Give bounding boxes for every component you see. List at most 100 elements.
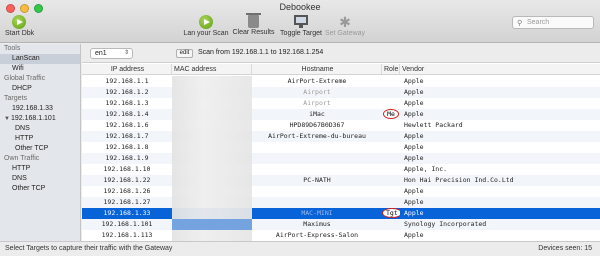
role-badge: Me [383,109,399,119]
table-row[interactable]: 192.168.1.3 Airport Apple [82,98,600,109]
ip-cell: 192.168.1.2 [105,88,149,96]
table-row[interactable]: 192.168.1.8 Apple [82,142,600,153]
edit-range-button[interactable]: edit [176,49,193,58]
sidebar-item-target-http[interactable]: HTTP [0,134,80,144]
sidebar-item-own-http[interactable]: HTTP [0,164,80,174]
sidebar-item-target-dns[interactable]: DNS [0,124,80,134]
vendor-cell: Synology Incorporated [404,220,487,228]
ip-cell: 192.168.1.1 [105,77,149,85]
vendor-cell: Apple [404,132,424,140]
ip-cell: 192.168.1.4 [105,110,149,118]
table-row[interactable]: 192.168.1.22 PC-NATH Hon Hai Precision Ind… [82,175,600,186]
table-header: IP address MAC address Hostname Role Ven… [82,64,600,75]
hostname-cell [252,164,382,175]
hostname-cell: AirPort-Express-Salon [275,231,359,239]
table-row[interactable]: 192.168.1.9 Apple [82,153,600,164]
role-cell [382,153,400,164]
window-title: Debookee [279,2,321,12]
column-header-role[interactable]: Role [382,64,400,74]
hostname-cell: Maximus [303,220,331,228]
app-window: Debookee Start Dbk Lan your Scan Clear R… [0,0,600,256]
table-row[interactable]: 192.168.1.10 Apple, Inc. [82,164,600,175]
table-row[interactable]: 192.168.1.27 Apple [82,197,600,208]
scan-options-bar: en1 ⇕ edit Scan from 192.168.1.1 to 192.… [82,44,600,63]
hostname-cell: HPD89D67B0D367 [289,121,345,129]
lan-scan-label: Lan your Scan [183,30,229,37]
role-cell: Tgt [382,208,400,219]
start-dbk-button[interactable]: Start Dbk [5,15,35,37]
clear-results-button[interactable]: Clear Results [231,13,276,36]
interface-select[interactable]: en1 ⇕ [90,48,133,59]
role-cell: Me [382,109,400,120]
table-row[interactable]: 192.168.1.7 AirPort-Extreme-du-bureau Appl… [82,131,600,142]
ip-cell: 192.168.1.33 [103,209,151,217]
sidebar-header-targets: Targets [4,95,27,102]
vendor-cell: Apple [404,99,424,107]
ip-cell: 192.168.1.6 [105,121,149,129]
sidebar-item-target-other-tcp[interactable]: Other TCP [0,144,80,154]
sidebar-item-target-101-label: 192.168.1.101 [10,115,56,122]
hostname-cell [252,153,382,164]
role-cell [382,142,400,153]
hostname-cell: Airport [303,88,331,96]
hostname-cell [252,142,382,153]
ip-cell: 192.168.1.113 [101,231,153,239]
hostname-cell: AirPort-Extreme-du-bureau [268,132,366,140]
column-header-hostname[interactable]: Hostname [252,64,382,74]
sidebar-item-lanscan[interactable]: LanScan [0,54,80,64]
vendor-cell: Apple [404,154,424,162]
vendor-cell: Apple, Inc. [404,165,448,173]
role-cell [382,120,400,131]
sidebar: Tools LanScan Wifi Global Traffic DHCP T… [0,44,81,241]
role-cell [382,230,400,241]
table-row[interactable]: 192.168.1.2 Airport Apple [82,87,600,98]
set-gateway-label: Set Gateway [324,30,366,37]
sidebar-header-own-traffic: Own Traffic [4,155,40,162]
ip-cell: 192.168.1.22 [103,176,151,184]
search-placeholder: Search [527,19,550,26]
vendor-cell: Apple [404,88,424,96]
start-dbk-label: Start Dbk [5,30,35,37]
table-row[interactable]: 192.168.1.6 HPD89D67B0D367 Hewlett Packard [82,120,600,131]
toggle-target-button[interactable]: Toggle Target [279,15,323,37]
vendor-cell: Apple [404,231,424,239]
table-row[interactable]: 192.168.1.113 AirPort-Express-Salon Apple [82,230,600,241]
table-row[interactable]: 192.168.1.26 Apple [82,186,600,197]
vendor-cell: Apple [404,110,424,118]
toggle-target-label: Toggle Target [280,30,322,37]
status-bar: Select Targets to capture their traffic … [0,241,600,256]
column-header-ip[interactable]: IP address [82,64,172,74]
sidebar-item-target-33[interactable]: 192.168.1.33 [0,104,80,114]
set-gateway-button[interactable]: ✱ Set Gateway [324,15,366,37]
column-header-mac[interactable]: MAC address [172,64,252,74]
sidebar-item-own-other-tcp[interactable]: Other TCP [0,184,80,194]
table-row[interactable]: 192.168.1.101 Maximus Synology Incorporate… [82,219,600,230]
interface-value: en1 [95,50,107,57]
clear-results-label: Clear Results [232,29,275,36]
disclosure-triangle-icon[interactable]: ▼ [4,116,10,122]
search-input[interactable]: ⚲ Search [512,16,594,29]
play-icon [199,15,213,29]
ip-cell: 192.168.1.3 [105,99,149,107]
role-cell [382,164,400,175]
lan-scan-button[interactable]: Lan your Scan [183,15,229,37]
search-icon: ⚲ [517,20,523,27]
table-row[interactable]: 192.168.1.4 iMac Me Apple [82,109,600,120]
table-row[interactable]: 192.168.1.1 AirPort-Extreme Apple [82,76,600,87]
ip-cell: 192.168.1.9 [105,154,149,162]
hostname-cell [252,186,382,197]
sidebar-item-own-dns[interactable]: DNS [0,174,80,184]
table-row[interactable]: 192.168.1.33 MAC-MINI Tgt Apple [82,208,600,219]
sidebar-header-tools: Tools [4,45,21,52]
sidebar-item-dhcp[interactable]: DHCP [0,84,80,94]
ip-cell: 192.168.1.26 [103,187,151,195]
sidebar-item-target-101[interactable]: ▼192.168.1.101 [0,114,80,124]
role-cell [382,186,400,197]
vendor-cell: Hon Hai Precision Ind.Co.Ltd [404,176,514,184]
trash-icon [246,13,261,28]
hostname-cell [252,197,382,208]
column-header-vendor[interactable]: Vendor [400,64,600,74]
hostname-cell: MAC-MINI [301,209,333,217]
devices-seen-count: Devices seen: 15 [538,245,592,252]
sidebar-item-wifi[interactable]: Wifi [0,64,80,74]
